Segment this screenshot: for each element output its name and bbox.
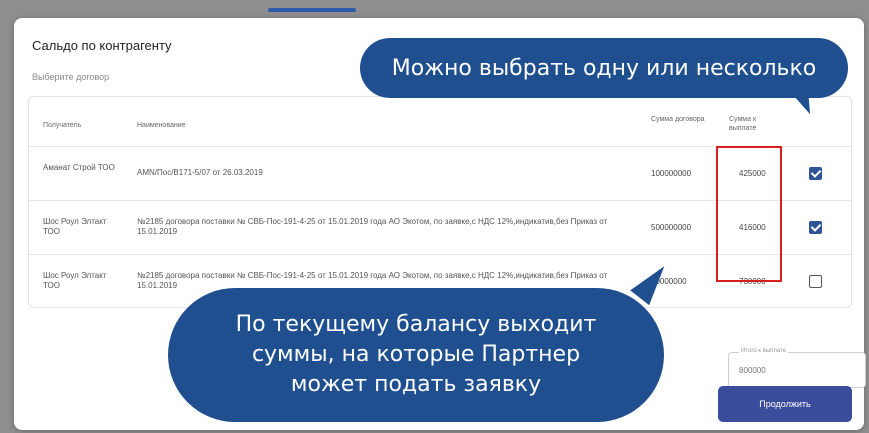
row-checkbox[interactable] [809, 167, 822, 180]
row-contract-sum: 500000000 [651, 223, 692, 232]
table-header: Получатель Наименование Сумма договора С… [29, 97, 851, 147]
callout-balance-line-1: По текущему балансу выходит [235, 312, 597, 337]
modal-title: Сальдо по контрагенту [32, 38, 172, 53]
header-name: Наименование [137, 122, 186, 129]
total-payout-value: 800000 [739, 366, 766, 375]
payout-highlight-box [716, 146, 782, 282]
row-recipient: Шос Роул Элтакт ТОО [43, 271, 107, 290]
callout-multi-select: Можно выбрать одну или несколько [360, 38, 848, 98]
callout-balance-line-2: суммы, на которые Партнер [251, 342, 581, 367]
row-checkbox[interactable] [809, 275, 822, 288]
continue-button[interactable]: Продолжить [718, 386, 852, 422]
total-payout-label: Итого к выплате [739, 348, 789, 354]
row-checkbox[interactable] [809, 221, 822, 234]
header-payout-sum: Сумма к выплате [729, 116, 757, 132]
row-contract-sum: 100000000 [651, 169, 692, 178]
row-name: АМN/Пос/В171-5/07 от 26.03.2019 [137, 168, 263, 177]
header-recipient: Получатель [43, 122, 82, 129]
total-payout-field[interactable]: Итого к выплате 800000 [728, 348, 866, 388]
callout-balance-info: По текущему балансу выходит суммы, на ко… [168, 288, 664, 422]
row-recipient: Аманат Строй ТОО [43, 163, 115, 172]
row-recipient: Шос Роул Элтакт ТОО [43, 217, 107, 236]
header-contract-sum: Сумма договора [651, 116, 705, 123]
top-accent-bar [268, 8, 356, 12]
modal-subtitle: Выберите договор [32, 72, 110, 82]
row-name: №2185 договора поставки № CВБ-Пос-191-4-… [137, 217, 608, 236]
callout-balance-line-3: может подать заявку [290, 372, 542, 397]
